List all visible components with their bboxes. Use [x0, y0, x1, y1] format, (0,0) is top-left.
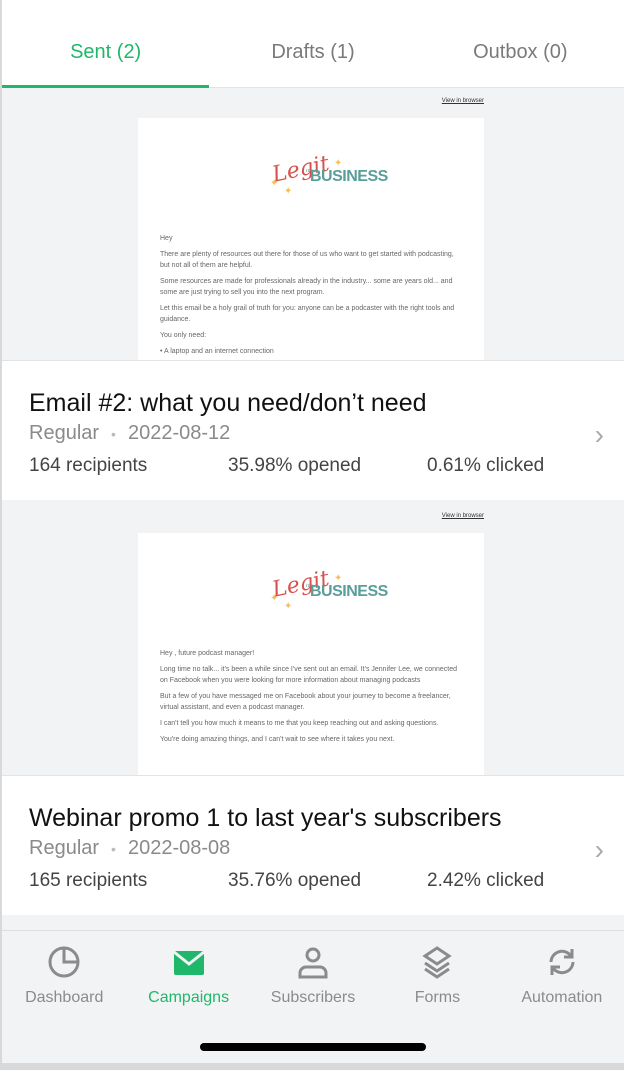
email-text: I can't tell you how much it means to me…: [160, 720, 439, 727]
user-icon: [298, 947, 328, 979]
chevron-right-icon: ›: [594, 419, 604, 450]
refresh-icon: [549, 949, 575, 975]
campaign-type: Regular: [29, 837, 100, 859]
email-text: But a few of you have messaged me on Fac…: [160, 693, 451, 711]
click-rate: 2.42% clicked: [427, 870, 545, 891]
email-body: Legit IT'S A BUSINESS ✦ ✦ ✦ Hey There are …: [138, 118, 484, 360]
campaign-item[interactable]: Email #2: what you need/don’t need Regul…: [2, 360, 624, 500]
brand-logo: Legit IT'S A BUSINESS ✦ ✦ ✦: [270, 566, 388, 612]
campaign-type: Regular: [29, 422, 100, 444]
home-indicator: [200, 1043, 426, 1051]
email-text: Hey: [160, 235, 173, 242]
nav-dashboard[interactable]: Dashboard: [2, 931, 126, 1063]
campaign-tabs: Sent (2) Drafts (1) Outbox (0): [2, 0, 624, 88]
chevron-right-icon: ›: [594, 834, 604, 865]
email-text: You're doing amazing things, and I can't…: [160, 736, 395, 743]
view-in-browser-link[interactable]: View in browser: [442, 513, 484, 519]
open-rate: 35.98% opened: [228, 455, 362, 476]
tab-outbox[interactable]: Outbox (0): [417, 0, 624, 88]
email-body: Legit IT'S A BUSINESS ✦ ✦ ✦ Hey , future p…: [138, 533, 484, 775]
email-text: There are plenty of resources out there …: [160, 251, 454, 269]
email-text: You only need:: [160, 332, 207, 339]
campaign-title: Webinar promo 1 to last year's subscribe…: [29, 804, 502, 832]
brand-logo: Legit IT'S A BUSINESS ✦ ✦ ✦: [270, 151, 388, 197]
nav-automation[interactable]: Automation: [500, 931, 624, 1063]
app: Sent (2) Drafts (1) Outbox (0) View in b…: [2, 0, 624, 1063]
campaign-date: 2022-08-08: [127, 837, 231, 859]
tab-drafts[interactable]: Drafts (1): [209, 0, 416, 88]
email-preview[interactable]: View in browser Legit IT'S A BUSINESS ✦ ✦…: [2, 503, 624, 775]
recipients-count: 165 recipients: [29, 870, 148, 891]
email-text: Some resources are made for professional…: [160, 278, 453, 296]
click-rate: 0.61% clicked: [427, 455, 545, 476]
campaign-date: 2022-08-12: [127, 422, 231, 444]
open-rate: 35.76% opened: [228, 870, 362, 891]
email-text: Let this email be a holy grail of truth …: [160, 305, 455, 323]
envelope-icon: [172, 950, 205, 975]
email-preview[interactable]: View in browser Legit IT'S A BUSINESS ✦ ✦…: [2, 88, 624, 360]
campaign-title: Email #2: what you need/don’t need: [29, 389, 427, 417]
view-in-browser-link[interactable]: View in browser: [442, 98, 484, 104]
email-text: Long time no talk... it's been a while s…: [160, 666, 458, 684]
pie-chart-icon: [48, 946, 80, 978]
recipients-count: 164 recipients: [29, 455, 148, 476]
layers-icon: [422, 946, 453, 979]
campaign-item[interactable]: Webinar promo 1 to last year's subscribe…: [2, 775, 624, 915]
tab-sent[interactable]: Sent (2): [2, 0, 210, 88]
email-text: Hey , future podcast manager!: [160, 650, 255, 657]
email-text: • A laptop and an internet connection: [160, 348, 274, 355]
